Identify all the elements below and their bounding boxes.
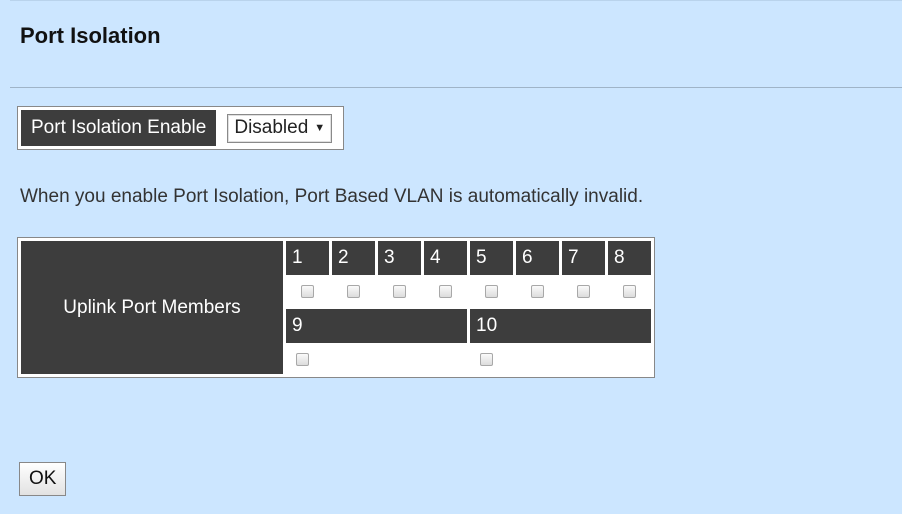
port-number-10: 10 [470,309,651,343]
port-cell-7 [562,278,605,306]
port-isolation-enable-table: Port Isolation Enable Disabled ▼ [17,106,345,150]
port-9-checkbox[interactable] [296,353,309,367]
uplink-port-members-table: Uplink Port Members 1 2 3 4 5 6 7 8 9 10 [17,237,655,378]
port-6-checkbox[interactable] [531,285,544,299]
port-number-5: 5 [470,241,513,275]
port-3-checkbox[interactable] [393,285,406,299]
port-number-1: 1 [286,241,329,275]
port-cell-6 [516,278,559,306]
port-isolation-enable-cell: Disabled ▼ [219,110,341,146]
port-2-checkbox[interactable] [347,285,360,299]
port-number-4: 4 [424,241,467,275]
port-number-8: 8 [608,241,651,275]
port-cell-1 [286,278,329,306]
port-isolation-page: Port Isolation Port Isolation Enable Dis… [0,0,902,514]
port-number-9: 9 [286,309,467,343]
uplink-port-members-label: Uplink Port Members [21,241,283,374]
port-isolation-enable-label: Port Isolation Enable [21,110,217,146]
port-7-checkbox[interactable] [577,285,590,299]
port-5-checkbox[interactable] [485,285,498,299]
vlan-warning-note: When you enable Port Isolation, Port Bas… [20,186,644,207]
port-4-checkbox[interactable] [439,285,452,299]
page-title: Port Isolation [20,23,161,48]
port-1-checkbox[interactable] [301,285,314,299]
port-isolation-enable-select[interactable]: Disabled ▼ [227,113,333,143]
port-cell-4 [424,278,467,306]
port-cell-5 [470,278,513,306]
port-10-checkbox[interactable] [480,353,493,367]
title-bar: Port Isolation [10,0,902,88]
port-cell-8 [608,278,651,306]
port-number-7: 7 [562,241,605,275]
port-cell-9 [286,346,467,374]
port-isolation-enable-value: Disabled [234,116,309,138]
port-number-2: 2 [332,241,375,275]
port-number-6: 6 [516,241,559,275]
dropdown-arrow-icon: ▼ [314,121,326,134]
ok-button[interactable]: OK [19,462,67,496]
port-cell-10 [470,346,651,374]
port-cell-2 [332,278,375,306]
port-8-checkbox[interactable] [623,285,636,299]
port-number-3: 3 [378,241,421,275]
port-cell-3 [378,278,421,306]
